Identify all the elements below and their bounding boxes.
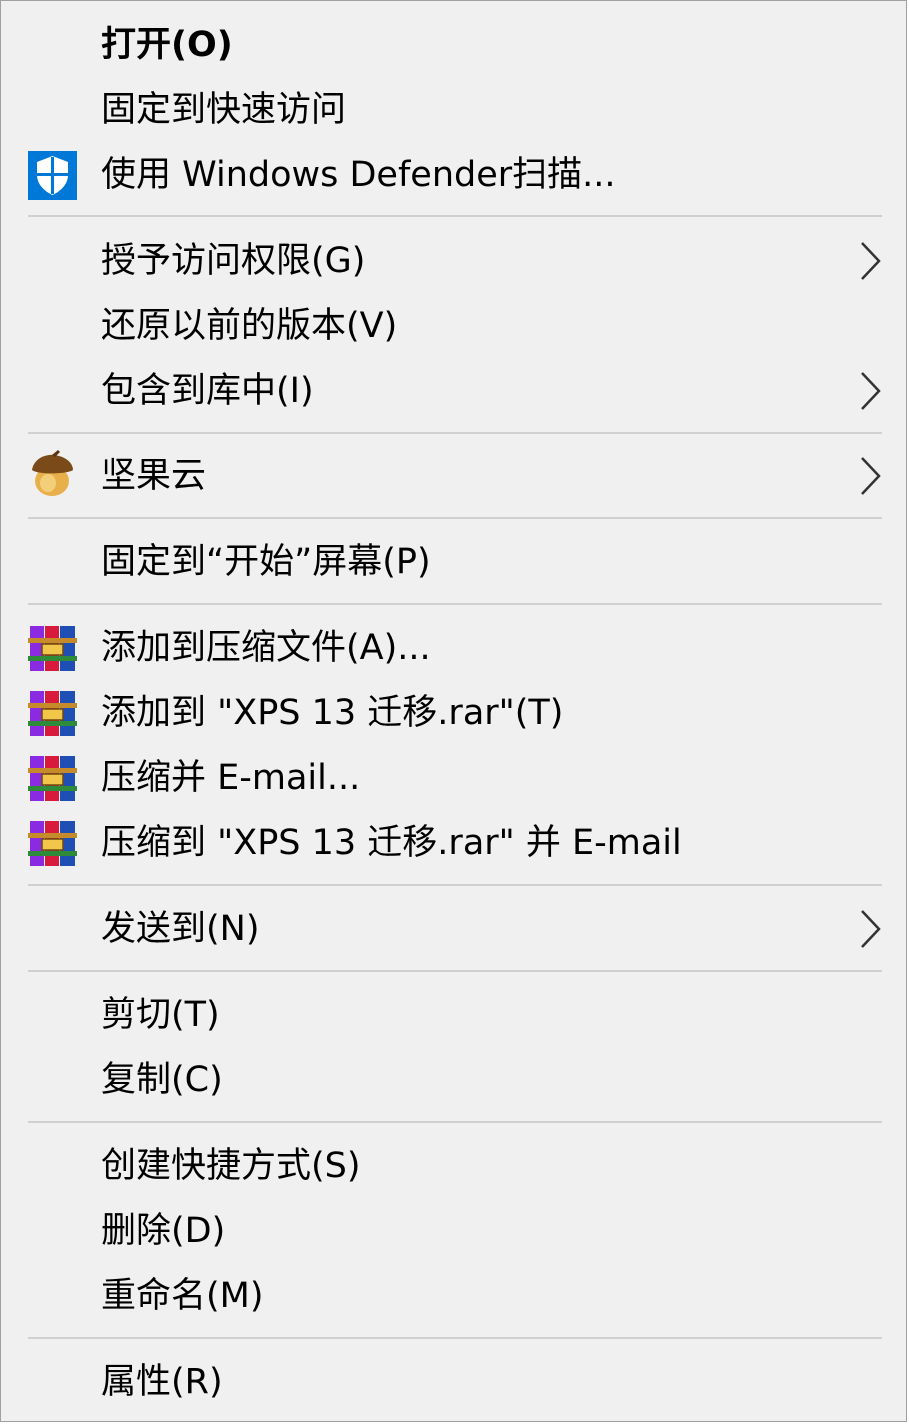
menu-item-include-library[interactable]: 包含到库中(I) xyxy=(1,359,906,424)
menu-item-create-shortcut[interactable]: 创建快捷方式(S) xyxy=(1,1134,906,1199)
menu-item-label: 剪切(T) xyxy=(101,995,220,1035)
chevron-right-icon xyxy=(857,909,883,949)
menu-item-label: 坚果云 xyxy=(101,456,207,496)
menu-separator xyxy=(28,603,882,605)
menu-item-delete[interactable]: 删除(D) xyxy=(1,1199,906,1264)
menu-item-label: 删除(D) xyxy=(101,1211,226,1251)
menu-item-add-to-rar[interactable]: 添加到 "XPS 13 迁移.rar"(T) xyxy=(1,681,906,746)
menu-separator xyxy=(28,1337,882,1339)
menu-separator xyxy=(28,884,882,886)
menu-item-label: 压缩并 E-mail... xyxy=(101,758,361,798)
winrar-books-icon xyxy=(28,689,77,738)
menu-item-pin-start[interactable]: 固定到“开始”屏幕(P) xyxy=(1,530,906,595)
menu-item-label: 添加到压缩文件(A)... xyxy=(101,628,431,668)
menu-item-label: 发送到(N) xyxy=(101,909,260,949)
menu-item-label: 使用 Windows Defender扫描... xyxy=(101,155,616,195)
context-menu: 打开(O) 固定到快速访问 使用 Windows Defender扫描... 授… xyxy=(0,0,907,1422)
menu-item-pin-quick-access[interactable]: 固定到快速访问 xyxy=(1,78,906,143)
menu-item-jianguoyun[interactable]: 坚果云 xyxy=(1,444,906,509)
menu-separator xyxy=(28,970,882,972)
chevron-right-icon xyxy=(857,371,883,411)
menu-item-compress-email[interactable]: 压缩并 E-mail... xyxy=(1,746,906,811)
menu-item-label: 固定到“开始”屏幕(P) xyxy=(101,542,431,582)
menu-item-open[interactable]: 打开(O) xyxy=(1,13,906,78)
menu-item-label: 压缩到 "XPS 13 迁移.rar" 并 E-mail xyxy=(101,823,682,863)
menu-item-add-archive[interactable]: 添加到压缩文件(A)... xyxy=(1,616,906,681)
menu-item-send-to[interactable]: 发送到(N) xyxy=(1,897,906,962)
menu-item-label: 属性(R) xyxy=(101,1362,223,1402)
menu-item-grant-access[interactable]: 授予访问权限(G) xyxy=(1,229,906,294)
menu-item-compress-to-rar-email[interactable]: 压缩到 "XPS 13 迁移.rar" 并 E-mail xyxy=(1,811,906,876)
menu-item-label: 授予访问权限(G) xyxy=(101,241,366,281)
menu-item-cut[interactable]: 剪切(T) xyxy=(1,983,906,1048)
menu-item-restore-versions[interactable]: 还原以前的版本(V) xyxy=(1,294,906,359)
menu-item-label: 重命名(M) xyxy=(101,1276,264,1316)
winrar-books-icon xyxy=(28,754,77,803)
winrar-books-icon xyxy=(28,624,77,673)
menu-item-label: 包含到库中(I) xyxy=(101,371,314,411)
acorn-icon xyxy=(28,450,77,499)
menu-item-label: 打开(O) xyxy=(101,25,233,65)
menu-item-label: 固定到快速访问 xyxy=(101,90,347,130)
menu-item-label: 添加到 "XPS 13 迁移.rar"(T) xyxy=(101,693,564,733)
chevron-right-icon xyxy=(857,456,883,496)
winrar-books-icon xyxy=(28,819,77,868)
menu-item-label: 复制(C) xyxy=(101,1060,223,1100)
menu-item-rename[interactable]: 重命名(M) xyxy=(1,1264,906,1329)
menu-item-label: 还原以前的版本(V) xyxy=(101,306,398,346)
menu-item-properties[interactable]: 属性(R) xyxy=(1,1350,906,1415)
menu-item-copy[interactable]: 复制(C) xyxy=(1,1048,906,1113)
menu-separator xyxy=(28,1121,882,1123)
menu-item-defender-scan[interactable]: 使用 Windows Defender扫描... xyxy=(1,143,906,208)
menu-separator xyxy=(28,215,882,217)
menu-separator xyxy=(28,517,882,519)
menu-separator xyxy=(28,432,882,434)
menu-item-label: 创建快捷方式(S) xyxy=(101,1146,361,1186)
chevron-right-icon xyxy=(857,241,883,281)
shield-icon xyxy=(28,151,77,200)
